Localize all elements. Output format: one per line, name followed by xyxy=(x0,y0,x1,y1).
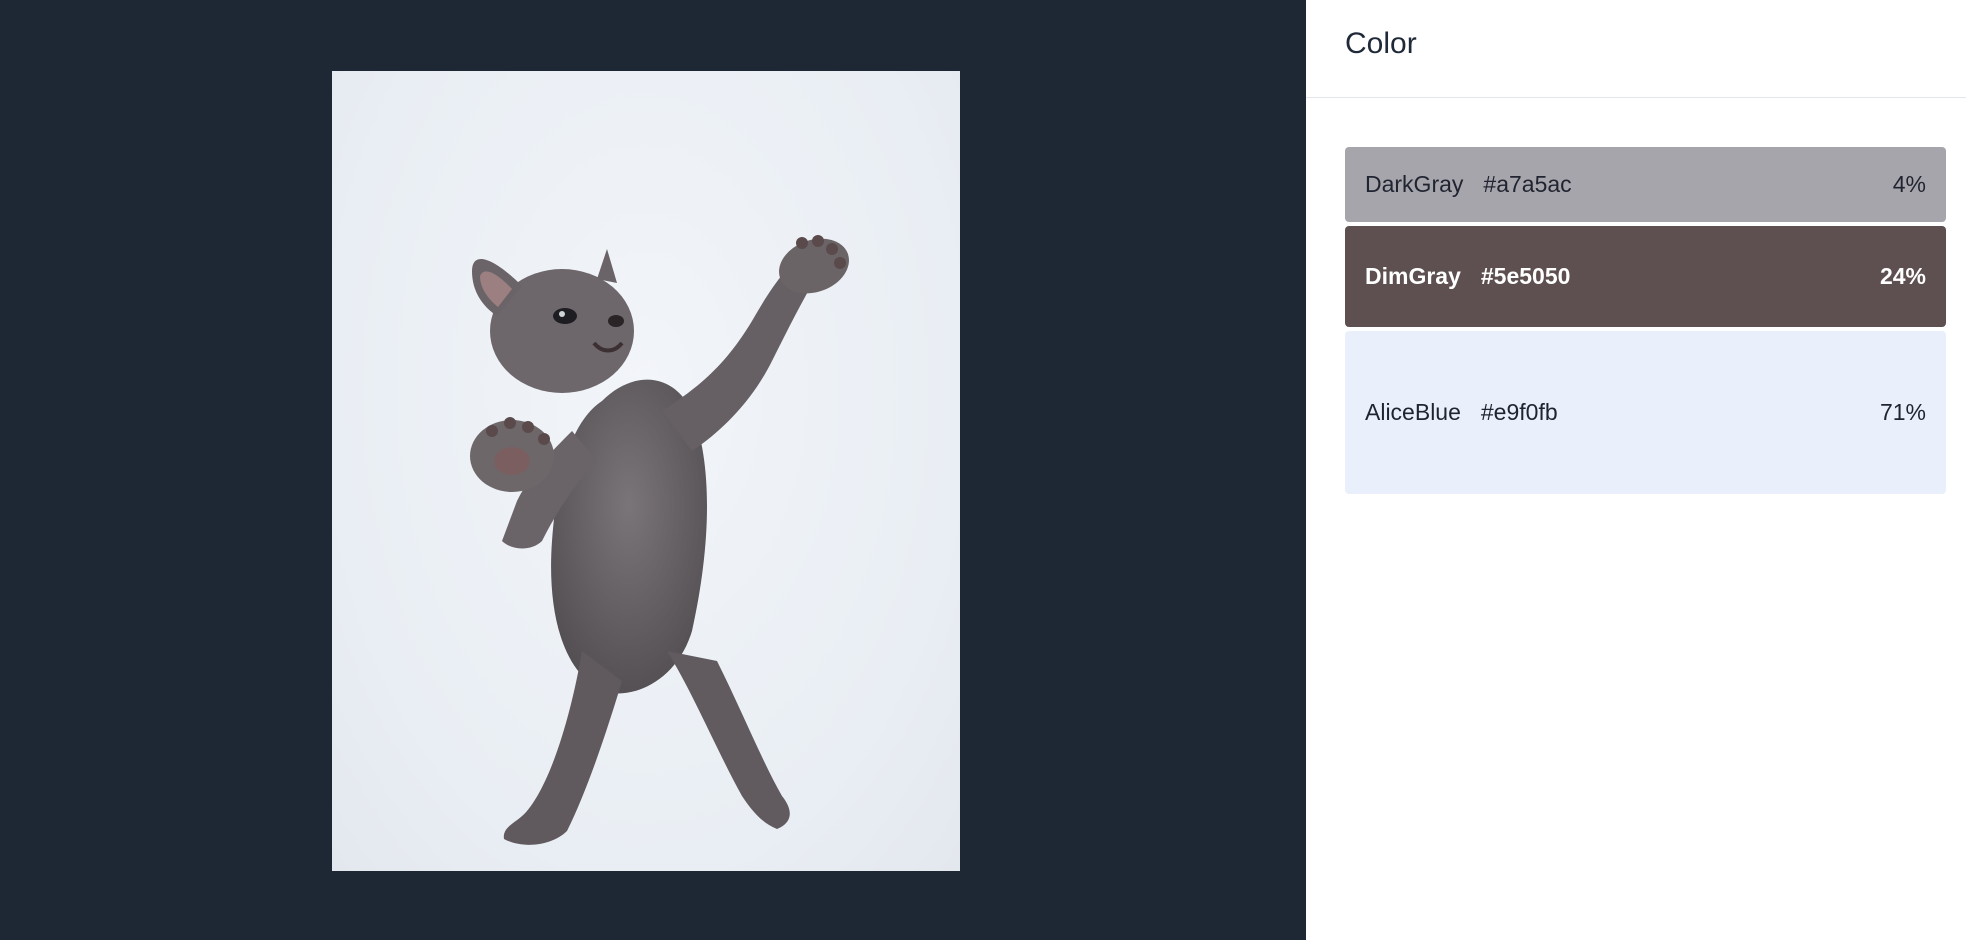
swatch-percent: 71% xyxy=(1879,399,1926,425)
color-swatch-aliceblue[interactable]: AliceBlue #e9f0fb 71% xyxy=(1345,331,1946,494)
cat-photo xyxy=(470,235,849,845)
swatch-name: DimGray xyxy=(1365,263,1461,289)
swatch-hex: #e9f0fb xyxy=(1480,399,1558,425)
image-viewer xyxy=(0,0,1306,940)
swatch-name: AliceBlue xyxy=(1365,399,1461,425)
color-swatch-dimgray[interactable]: DimGray #5e5050 24% xyxy=(1345,226,1946,327)
swatch-percent: 24% xyxy=(1879,263,1926,289)
swatch-name: DarkGray xyxy=(1365,171,1464,197)
panel-title: Color xyxy=(1345,26,1417,60)
color-panel: Color DarkGray #a7a5ac 4% DimGray #5e505… xyxy=(1306,0,1966,940)
analyzed-photo xyxy=(332,71,960,871)
color-swatch-list: DarkGray #a7a5ac 4% DimGray #5e5050 24% … xyxy=(1306,98,1966,494)
swatch-percent: 4% xyxy=(1892,171,1926,197)
panel-header: Color xyxy=(1306,0,1966,98)
color-swatch-darkgray[interactable]: DarkGray #a7a5ac 4% xyxy=(1345,147,1946,222)
swatch-hex: #5e5050 xyxy=(1480,263,1571,289)
swatch-hex: #a7a5ac xyxy=(1483,171,1572,197)
